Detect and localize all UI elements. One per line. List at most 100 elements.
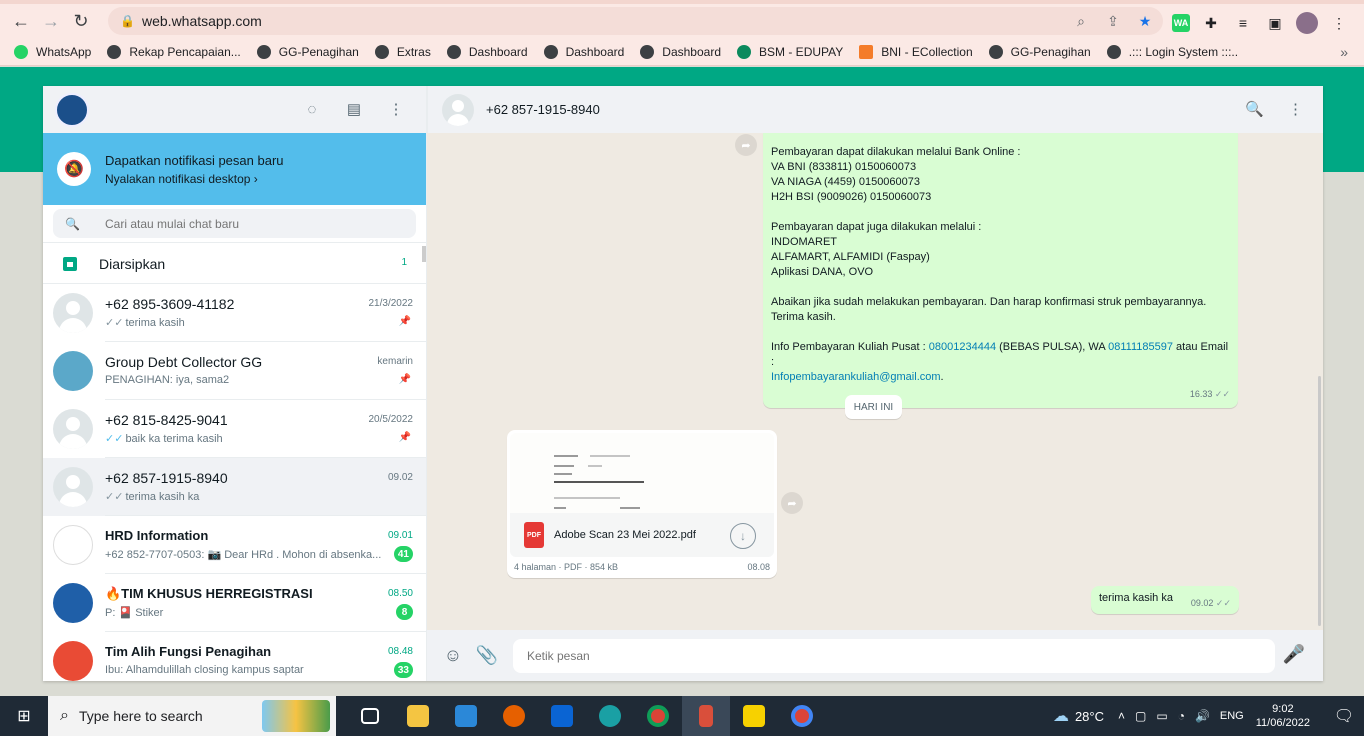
search-messages-icon[interactable]: 🔍 (1245, 100, 1264, 118)
sticky-notes-icon[interactable] (730, 696, 778, 736)
bookmark-item[interactable]: Extras (374, 44, 431, 59)
chat-row[interactable]: Tim Alih Fungsi Penagihan 08.48 Ibu: Alh… (43, 632, 426, 681)
extensions-puzzle-icon[interactable]: ✚ (1200, 12, 1222, 34)
weather-cloud-icon[interactable]: ☁ (1053, 706, 1069, 726)
chat-name: HRD Information (105, 528, 209, 543)
file-explorer-icon[interactable] (394, 696, 442, 736)
bookmark-item[interactable]: Dashboard (446, 44, 528, 59)
unread-badge: 8 (396, 604, 413, 620)
chat-row-active[interactable]: +62 857-1915-8940 09.02 ✓✓ terima kasih k… (43, 458, 426, 516)
menu-kebab-icon[interactable]: ⋮ (1328, 12, 1350, 34)
volume-icon[interactable]: 🔊 (1195, 709, 1210, 723)
notification-banner[interactable]: 🔕 Dapatkan notifikasi pesan baru Nyalaka… (43, 133, 426, 205)
document-message[interactable]: PDF Adobe Scan 23 Mei 2022.pdf ↓ 4 halam… (507, 430, 777, 578)
url-text[interactable]: web.whatsapp.com (142, 13, 262, 29)
app-icon[interactable] (682, 696, 730, 736)
chat-row[interactable]: +62 815-8425-9041 20/5/2022 ✓✓ baik ka te… (43, 400, 426, 458)
show-hidden-icons[interactable]: ˄ (1118, 709, 1125, 723)
bookmark-star-icon[interactable]: ★ (1135, 11, 1155, 31)
enable-notifications-link[interactable]: Nyalakan notifikasi desktop › (105, 172, 284, 186)
chrome-profile-icon[interactable] (778, 696, 826, 736)
contact-name[interactable]: +62 857-1915-8940 (486, 102, 600, 117)
language-indicator[interactable]: ENG (1220, 710, 1244, 722)
bookmark-item[interactable]: Rekap Pencapaian... (107, 44, 241, 59)
search-highlight-image[interactable] (262, 700, 330, 732)
bookmark-item[interactable]: GG-Penagihan (256, 44, 359, 59)
bookmark-item[interactable]: BNI - ECollection (859, 44, 973, 59)
phone-link[interactable]: 08001234444 (929, 341, 996, 353)
archived-chats[interactable]: Diarsipkan 1 (43, 244, 426, 284)
reading-list-icon[interactable]: ≡ (1232, 12, 1254, 34)
message-input[interactable] (513, 638, 1275, 673)
share-icon[interactable]: ⇪ (1103, 11, 1123, 31)
document-details: 4 halaman · PDF · 854 kB (514, 562, 619, 572)
bookmark-item[interactable]: WhatsApp (14, 44, 91, 59)
wa-extension-icon[interactable]: WA (1172, 14, 1190, 32)
chat-time: 08.50 (387, 588, 413, 599)
whatsapp-app: ◌ ▤ ⋮ 🔕 Dapatkan notifikasi pesan baru N… (43, 86, 1323, 681)
conversation-header[interactable]: +62 857-1915-8940 🔍 ⋮ (427, 86, 1323, 133)
reload-icon[interactable]: ↻ (66, 6, 96, 36)
outgoing-message[interactable]: Pembayaran dapat dilakukan melalui Bank … (763, 133, 1238, 408)
new-chat-icon[interactable]: ▤ (344, 99, 364, 119)
my-profile-avatar[interactable] (55, 92, 89, 127)
download-icon[interactable]: ↓ (730, 523, 756, 549)
status-icon[interactable]: ◌ (302, 99, 322, 119)
outgoing-message[interactable]: terima kasih ka 09.02 ✓✓ (1091, 586, 1239, 614)
forward-icon[interactable]: → (36, 6, 66, 36)
document-meta: 4 halaman · PDF · 854 kB 08.08 (510, 557, 774, 572)
task-view-icon[interactable] (346, 696, 394, 736)
group-avatar (53, 583, 93, 623)
firefox-icon[interactable] (490, 696, 538, 736)
microsoft-store-icon[interactable] (442, 696, 490, 736)
bookmarks-bar: WhatsApp Rekap Pencapaian... GG-Penagiha… (0, 38, 1364, 66)
sidebar-scrollbar[interactable] (422, 246, 426, 262)
address-bar[interactable]: 🔒 web.whatsapp.com ⌕ ⇪ ★ (108, 7, 1163, 35)
bookmark-item[interactable]: .::: Login System :::.. (1106, 44, 1238, 59)
chat-name: Tim Alih Fungsi Penagihan (105, 644, 272, 659)
clock[interactable]: 9:02 11/06/2022 (1256, 702, 1310, 730)
lock-icon[interactable]: 🔒 (120, 14, 135, 28)
notification-center-icon[interactable]: 🗨 (1324, 706, 1364, 726)
conversation-menu-icon[interactable]: ⋮ (1288, 100, 1303, 118)
emoji-icon[interactable]: ☺ (441, 644, 465, 668)
chrome-icon[interactable] (634, 696, 682, 736)
zoom-icon[interactable]: ⌕ (1071, 11, 1091, 31)
attach-icon[interactable]: 📎 (475, 644, 499, 668)
forward-icon[interactable]: ➦ (735, 134, 757, 156)
meet-now-icon[interactable]: ▢ (1135, 709, 1146, 723)
bookmark-item[interactable]: BSM - EDUPAY (737, 44, 843, 59)
contact-avatar[interactable] (442, 93, 474, 126)
forward-icon[interactable]: ➦ (781, 492, 803, 514)
edge-icon[interactable] (586, 696, 634, 736)
bookmark-item[interactable]: Dashboard (543, 44, 624, 59)
bookmark-item[interactable]: GG-Penagihan (988, 44, 1091, 59)
conversation-scrollbar[interactable] (1318, 376, 1321, 626)
message-text: terima kasih ka (1099, 592, 1173, 604)
taskbar-search[interactable]: ⌕ Type here to search (48, 696, 336, 736)
microphone-icon[interactable]: 🎤 (1283, 644, 1305, 665)
windows-start-icon[interactable]: ⊞ (0, 696, 48, 736)
network-icon[interactable]: ◔ (1178, 709, 1185, 723)
email-link[interactable]: Infopembayarankuliah@gmail.com (771, 371, 941, 383)
bookmarks-overflow-icon[interactable]: » (1340, 44, 1348, 60)
chat-row[interactable]: +62 895-3609-41182 21/3/2022 ✓✓ terima ka… (43, 284, 426, 342)
phone-link[interactable]: 08111185597 (1108, 341, 1173, 353)
search-icon[interactable]: 🔍 (65, 217, 105, 231)
archive-icon (63, 256, 77, 271)
chat-row[interactable]: Group Debt Collector GG kemarin PENAGIHA… (43, 342, 426, 400)
archived-count: 1 (401, 257, 407, 268)
chat-row[interactable]: HRD Information 09.01 +62 852-7707-0503:… (43, 516, 426, 574)
document-preview[interactable] (510, 433, 774, 513)
bookmark-item[interactable]: Dashboard (640, 44, 721, 59)
mail-icon[interactable] (538, 696, 586, 736)
globe-icon (446, 44, 461, 59)
back-icon[interactable]: ← (6, 6, 36, 36)
weather-temperature[interactable]: 28°C (1075, 709, 1104, 724)
profile-avatar[interactable] (1296, 12, 1318, 34)
menu-icon[interactable]: ⋮ (386, 99, 406, 119)
chat-row[interactable]: 🔥TIM KHUSUS HERREGISTRASI 08.50 P: 🎴 Sti… (43, 574, 426, 632)
battery-icon[interactable]: ▭ (1156, 709, 1167, 723)
search-input[interactable] (105, 216, 385, 231)
side-panel-icon[interactable]: ▣ (1264, 12, 1286, 34)
